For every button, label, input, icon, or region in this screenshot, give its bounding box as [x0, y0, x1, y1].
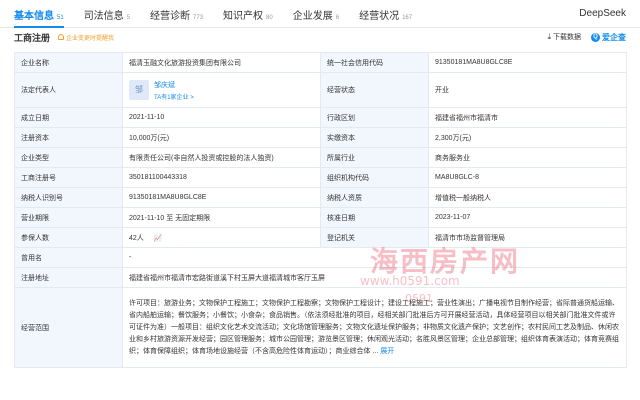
org-code-value: MA8U8GLC-8 — [428, 167, 627, 188]
taxpayer-id-value: 91350181MA8U8GLC8E — [122, 187, 321, 208]
tab-count: 167 — [402, 14, 413, 21]
table-row: 参保人数 42人 📈 登记机关 福清市市场监督管理局 — [14, 227, 627, 248]
field-label: 行政区划 — [320, 107, 429, 128]
table-row: 纳税人识别号 91350181MA8U8GLC8E 纳税人资质 增值税一般纳税人 — [14, 187, 627, 208]
taxpayer-qualification-value: 增值税一般纳税人 — [428, 187, 627, 208]
field-label: 所属行业 — [320, 147, 429, 168]
field-label: 参保人数 — [14, 227, 123, 248]
tab-label: 企业发展 — [292, 10, 333, 22]
aiqicha-logo-text: 爱企查 — [602, 32, 626, 42]
table-row: 营业期限 2021-11-10 至 无固定期限 核准日期 2023-11-07 — [14, 207, 627, 228]
tab-label: 经营状况 — [359, 10, 400, 22]
aiqicha-logo-icon: Q — [591, 32, 600, 42]
top-nav: 基本信息 51 司法信息 5 经营诊断 773 知识产权 80 企业发展 6 经… — [0, 0, 640, 28]
reg-no-value: 350181100443318 — [122, 167, 321, 188]
industry-value: 商务服务业 — [428, 147, 627, 168]
field-label: 企业类型 — [14, 147, 123, 168]
tab-judicial-info[interactable]: 司法信息 5 — [84, 0, 130, 28]
business-scope-cell: 许可项目：旅游业务；文物保护工程施工；文物保护工程勘察；文物保护工程设计；建设工… — [122, 287, 627, 368]
tab-count: 80 — [266, 14, 273, 21]
aiqicha-logo: Q 爱企查 — [591, 32, 626, 43]
tab-label: 知识产权 — [223, 10, 264, 22]
table-row: 成立日期 2021-11-10 行政区划 福建省福州市福清市 — [14, 107, 627, 128]
company-name-value: 福清玉融文化旅游投资集团有限公司 — [122, 52, 321, 73]
tab-count: 5 — [126, 14, 131, 21]
tab-label: 基本信息 — [14, 10, 54, 22]
field-label: 曾用名 — [14, 247, 123, 268]
legal-rep-companies-link[interactable]: TA有1家企业 > — [154, 92, 194, 101]
legal-rep-name-link[interactable]: 邹庆斌 — [154, 80, 194, 90]
field-label: 纳税人资质 — [320, 187, 429, 208]
field-label: 纳税人识别号 — [14, 187, 123, 208]
founded-value: 2021-11-10 — [122, 107, 321, 128]
tab-count: 773 — [193, 14, 204, 21]
table-row: 曾用名 - — [14, 247, 627, 268]
region-value: 福建省福州市福清市 — [428, 107, 627, 128]
field-label: 经营范围 — [14, 287, 123, 368]
registration-authority-value: 福清市市场监督管理局 — [428, 227, 627, 248]
section-header: 工商注册 企业变更时提醒我 ⤓ 下载数据 Q 爱企查 — [14, 28, 626, 46]
credit-code-value: 91350181MA8U8GLC8E — [428, 52, 627, 73]
field-label: 营业期限 — [14, 207, 123, 228]
field-label: 实缴资本 — [320, 127, 429, 148]
table-row: 法定代表人 邹 邹庆斌 TA有1家企业 > 经营状态 开业 — [14, 72, 627, 108]
company-type-value: 有限责任公司(非自然人投资或控股的法人独资) — [122, 147, 321, 168]
field-label: 企业名称 — [14, 52, 123, 73]
field-label: 统一社会信用代码 — [320, 52, 429, 73]
table-row: 企业类型 有限责任公司(非自然人投资或控股的法人独资) 所属行业 商务服务业 — [14, 147, 627, 168]
change-alert-label: 企业变更时提醒我 — [66, 35, 115, 42]
field-label: 法定代表人 — [14, 72, 123, 108]
legal-rep-cell: 邹 邹庆斌 TA有1家企业 > — [122, 72, 321, 108]
download-icon: ⤓ — [547, 32, 551, 41]
field-label: 核准日期 — [320, 207, 429, 228]
trend-chart-icon[interactable]: 📈 — [154, 235, 163, 242]
tab-label: 经营诊断 — [150, 10, 191, 22]
avatar[interactable]: 邹 — [129, 80, 149, 100]
table-row: 经营范围 许可项目：旅游业务；文物保护工程施工；文物保护工程勘察；文物保护工程设… — [14, 287, 627, 368]
tab-basic-info[interactable]: 基本信息 51 — [14, 0, 64, 28]
business-term-value: 2021-11-10 至 无固定期限 — [122, 207, 321, 228]
table-row: 工商注册号 350181100443318 组织机构代码 MA8U8GLC-8 — [14, 167, 627, 188]
deepseek-tab[interactable]: DeepSeek — [579, 8, 626, 19]
change-alert-link[interactable]: 企业变更时提醒我 — [58, 33, 114, 42]
table-row: 注册资本 10,000万(元) 实缴资本 2,300万(元) — [14, 127, 627, 148]
field-label: 经营状态 — [320, 72, 429, 108]
tab-count: 51 — [57, 14, 64, 21]
tab-label: 司法信息 — [83, 10, 124, 22]
business-scope-value: 许可项目：旅游业务；文物保护工程施工；文物保护工程勘察；文物保护工程设计；建设工… — [129, 299, 619, 355]
table-row: 企业名称 福清玉融文化旅游投资集团有限公司 统一社会信用代码 91350181M… — [14, 52, 627, 73]
status-value: 开业 — [428, 72, 627, 108]
table-row: 注册地址 福建省福州市福清市宏路街道溪下村玉屏大道福清城市客厅玉屏 — [14, 267, 627, 288]
ellipsis: ... — [372, 347, 379, 355]
insured-value: 42人 — [129, 234, 144, 242]
field-label: 注册资本 — [14, 127, 123, 148]
download-data-button[interactable]: ⤓ 下载数据 — [547, 32, 581, 42]
tab-count: 6 — [335, 14, 340, 21]
field-label: 成立日期 — [14, 107, 123, 128]
field-label: 组织机构代码 — [320, 167, 429, 188]
tab-intellectual-property[interactable]: 知识产权 80 — [223, 0, 273, 28]
tab-operation-status[interactable]: 经营状况 167 — [359, 0, 412, 28]
tab-operation-diagnosis[interactable]: 经营诊断 773 — [150, 0, 203, 28]
download-label: 下载数据 — [553, 34, 581, 41]
former-name-value: - — [122, 247, 627, 268]
business-registration-table: 企业名称 福清玉融文化旅游投资集团有限公司 统一社会信用代码 91350181M… — [14, 52, 627, 368]
approval-date-value: 2023-11-07 — [428, 207, 627, 228]
reg-capital-value: 10,000万(元) — [122, 127, 321, 148]
expand-link[interactable]: 展开 — [380, 348, 394, 355]
address-value: 福建省福州市福清市宏路街道溪下村玉屏大道福清城市客厅玉屏 — [122, 267, 627, 288]
field-label: 登记机关 — [320, 227, 429, 248]
section-title: 工商注册 — [14, 32, 51, 43]
bell-icon — [58, 34, 65, 40]
paid-capital-value: 2,300万(元) — [428, 127, 627, 148]
tab-enterprise-development[interactable]: 企业发展 6 — [293, 0, 339, 28]
field-label: 注册地址 — [14, 267, 123, 288]
field-label: 工商注册号 — [14, 167, 123, 188]
header-actions: ⤓ 下载数据 Q 爱企查 — [547, 32, 626, 43]
insured-cell: 42人 📈 — [122, 227, 321, 248]
